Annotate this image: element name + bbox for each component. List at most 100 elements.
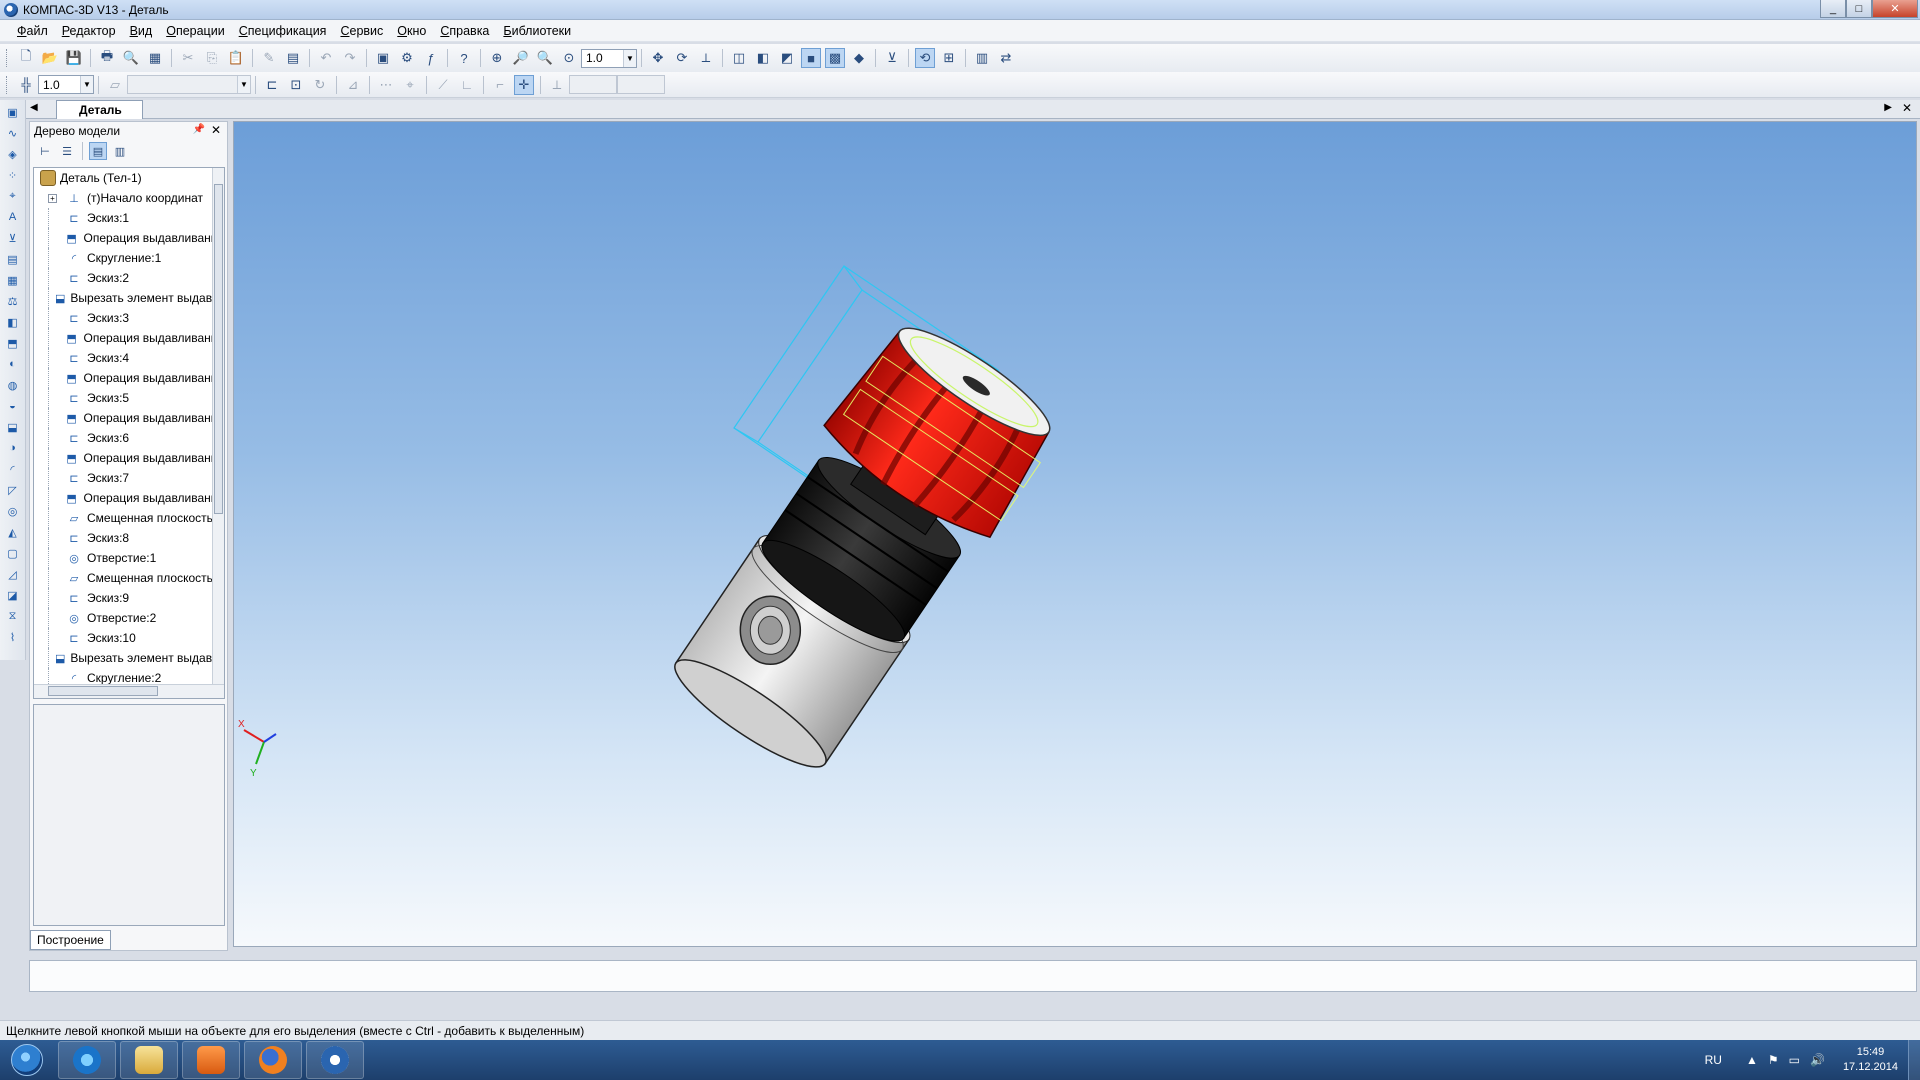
section-tool-icon[interactable]: ◪	[4, 586, 22, 604]
3d-viewport[interactable]: X Y	[233, 121, 1917, 947]
tree-horizontal-scrollbar[interactable]	[34, 684, 224, 698]
tree-item[interactable]: ⬓ Вырезать элемент выдавливания	[34, 288, 224, 308]
tab-detail[interactable]: Деталь	[56, 100, 143, 119]
tree-item[interactable]: ◜ Скругление:1	[34, 248, 224, 268]
close-button[interactable]: ✕	[1872, 0, 1918, 18]
side-port-hole[interactable]	[739, 595, 802, 666]
menu-view[interactable]: Вид	[123, 24, 160, 38]
minimize-button[interactable]: _	[1820, 0, 1846, 18]
properties-panel[interactable]	[29, 960, 1917, 992]
tree-item[interactable]: ⊏ Эскиз:2	[34, 268, 224, 288]
loft-tool-icon[interactable]: ◒	[4, 397, 22, 415]
formula-icon[interactable]: ƒ	[421, 48, 441, 68]
pan-icon[interactable]: ✥	[648, 48, 668, 68]
tab-close-icon[interactable]: ✕	[1902, 101, 1912, 115]
model-tree-icon[interactable]: ▣	[373, 48, 393, 68]
sketch-mode-icon[interactable]: ⊏	[262, 75, 282, 95]
specification-icon[interactable]: ▤	[4, 250, 22, 268]
tree-item[interactable]: ⊏ Эскиз:5	[34, 388, 224, 408]
coordinates-icon[interactable]: ⟂	[547, 75, 567, 95]
taskbar-ie[interactable]	[58, 1041, 116, 1079]
tree-item[interactable]: ⬒ Операция выдавливания	[34, 408, 224, 428]
rotate-icon[interactable]: ⟳	[672, 48, 692, 68]
tree-item[interactable]: ⊏ Эскиз:7	[34, 468, 224, 488]
kompas-app-icon[interactable]	[4, 2, 18, 17]
chevron-down-icon[interactable]: ▼	[623, 49, 636, 67]
flag-icon[interactable]: ⚑	[1768, 1053, 1779, 1067]
tree-item[interactable]: ▱ Смещенная плоскость	[34, 568, 224, 588]
zoom-combobox[interactable]: 1.0 ▼	[581, 48, 637, 68]
close-icon[interactable]: ✕	[211, 123, 221, 137]
tree-structure-icon[interactable]: ⊢	[36, 142, 54, 160]
menu-operations[interactable]: Операции	[159, 24, 231, 38]
tree-item[interactable]: ◎ Отверстие:2	[34, 608, 224, 628]
tree-root[interactable]: Деталь (Тел-1)	[34, 168, 224, 188]
rebuild-icon[interactable]: ⟲	[915, 48, 935, 68]
menu-help[interactable]: Справка	[433, 24, 496, 38]
sync-icon[interactable]: ⇄	[996, 48, 1016, 68]
shell-tool-icon[interactable]: ▢	[4, 544, 22, 562]
open-icon[interactable]: 📂	[40, 48, 60, 68]
filter-icon[interactable]: ⊻	[882, 48, 902, 68]
layer-icon[interactable]: ▱	[105, 75, 125, 95]
coord-y-field[interactable]	[617, 75, 665, 94]
scroll-thumb[interactable]	[214, 184, 223, 514]
taskbar-media[interactable]	[182, 1041, 240, 1079]
local-cs-icon[interactable]: ⌖	[400, 75, 420, 95]
chevron-down-icon[interactable]: ▼	[80, 76, 93, 93]
spatial-curves-icon[interactable]: ∿	[4, 124, 22, 142]
start-button[interactable]	[0, 1040, 54, 1080]
kinematic-tool-icon[interactable]: ◍	[4, 376, 22, 394]
zoom-in-icon[interactable]: 🔎	[511, 48, 531, 68]
help-pointer-icon[interactable]: ?	[454, 48, 474, 68]
new-document-icon[interactable]: 🗋	[16, 48, 36, 68]
layer-combobox[interactable]: ▼	[127, 75, 251, 94]
perspective-icon[interactable]: ◆	[849, 48, 869, 68]
tree-item[interactable]: ⬒ Операция выдавливания	[34, 368, 224, 388]
grid-icon[interactable]: ⋯	[376, 75, 396, 95]
redo-icon[interactable]: ↷	[340, 48, 360, 68]
expand-icon[interactable]: +	[48, 193, 57, 203]
spec-icon[interactable]: ▥	[972, 48, 992, 68]
halftone-edges-icon[interactable]: ▩	[825, 48, 845, 68]
menu-edit[interactable]: Редактор	[55, 24, 123, 38]
network-icon[interactable]: ▭	[1789, 1053, 1800, 1067]
clock[interactable]: 15:49 17.12.2014	[1843, 1045, 1898, 1075]
incline-tool-icon[interactable]: ◿	[4, 565, 22, 583]
fillet-tool-icon[interactable]: ◜	[4, 460, 22, 478]
preview-icon[interactable]: 🔍	[121, 48, 141, 68]
tree-item[interactable]: ⊏ Эскиз:8	[34, 528, 224, 548]
taskbar-explorer[interactable]	[120, 1041, 178, 1079]
sheet-metal-icon[interactable]: ◧	[4, 313, 22, 331]
sketch-plane-icon[interactable]: ⊡	[286, 75, 306, 95]
tree-item[interactable]: ⬒ Операция выдавливания	[34, 488, 224, 508]
tree-item[interactable]: ⬒ Операция выдавливания	[34, 328, 224, 348]
auxiliary-geometry-icon[interactable]: ⌖	[4, 187, 22, 205]
measure-icon[interactable]: ⊞	[939, 48, 959, 68]
ortho-mode-icon[interactable]: ∟	[457, 75, 477, 95]
tree-item[interactable]: ⬓ Вырезать элемент выдавливания	[34, 648, 224, 668]
tree-vertical-scrollbar[interactable]	[212, 168, 224, 684]
zoom-window-icon[interactable]: ⊕	[487, 48, 507, 68]
toolbar-grip[interactable]	[6, 75, 10, 94]
tab-construction[interactable]: Построение	[30, 930, 111, 950]
language-indicator[interactable]: RU	[1705, 1053, 1722, 1067]
thin-hidden-icon[interactable]: ◩	[777, 48, 797, 68]
tree-item[interactable]: ⬒ Операция выдавливания	[34, 448, 224, 468]
cut-icon[interactable]: ✂	[178, 48, 198, 68]
tree-item[interactable]: ◎ Отверстие:1	[34, 548, 224, 568]
copy-icon[interactable]: ⎘	[202, 48, 222, 68]
menu-libraries[interactable]: Библиотеки	[496, 24, 578, 38]
properties-icon[interactable]: ✎	[259, 48, 279, 68]
bindings-icon[interactable]: ✛	[514, 74, 534, 95]
cut-rotation-tool-icon[interactable]: ◑	[4, 439, 22, 457]
manager-icon[interactable]: ▦	[145, 48, 165, 68]
filters-icon[interactable]: ⊻	[4, 229, 22, 247]
taskbar-firefox[interactable]	[244, 1041, 302, 1079]
edit-details-icon[interactable]: ▣	[4, 103, 22, 121]
tree-item[interactable]: ⊏ Эскиз:9	[34, 588, 224, 608]
toolbar-grip[interactable]	[6, 49, 10, 67]
arrays-icon[interactable]: ⁘	[4, 166, 22, 184]
tree-display-icon[interactable]: ▤	[89, 142, 107, 160]
tab-scroll-left-icon[interactable]: ◀	[30, 102, 38, 113]
